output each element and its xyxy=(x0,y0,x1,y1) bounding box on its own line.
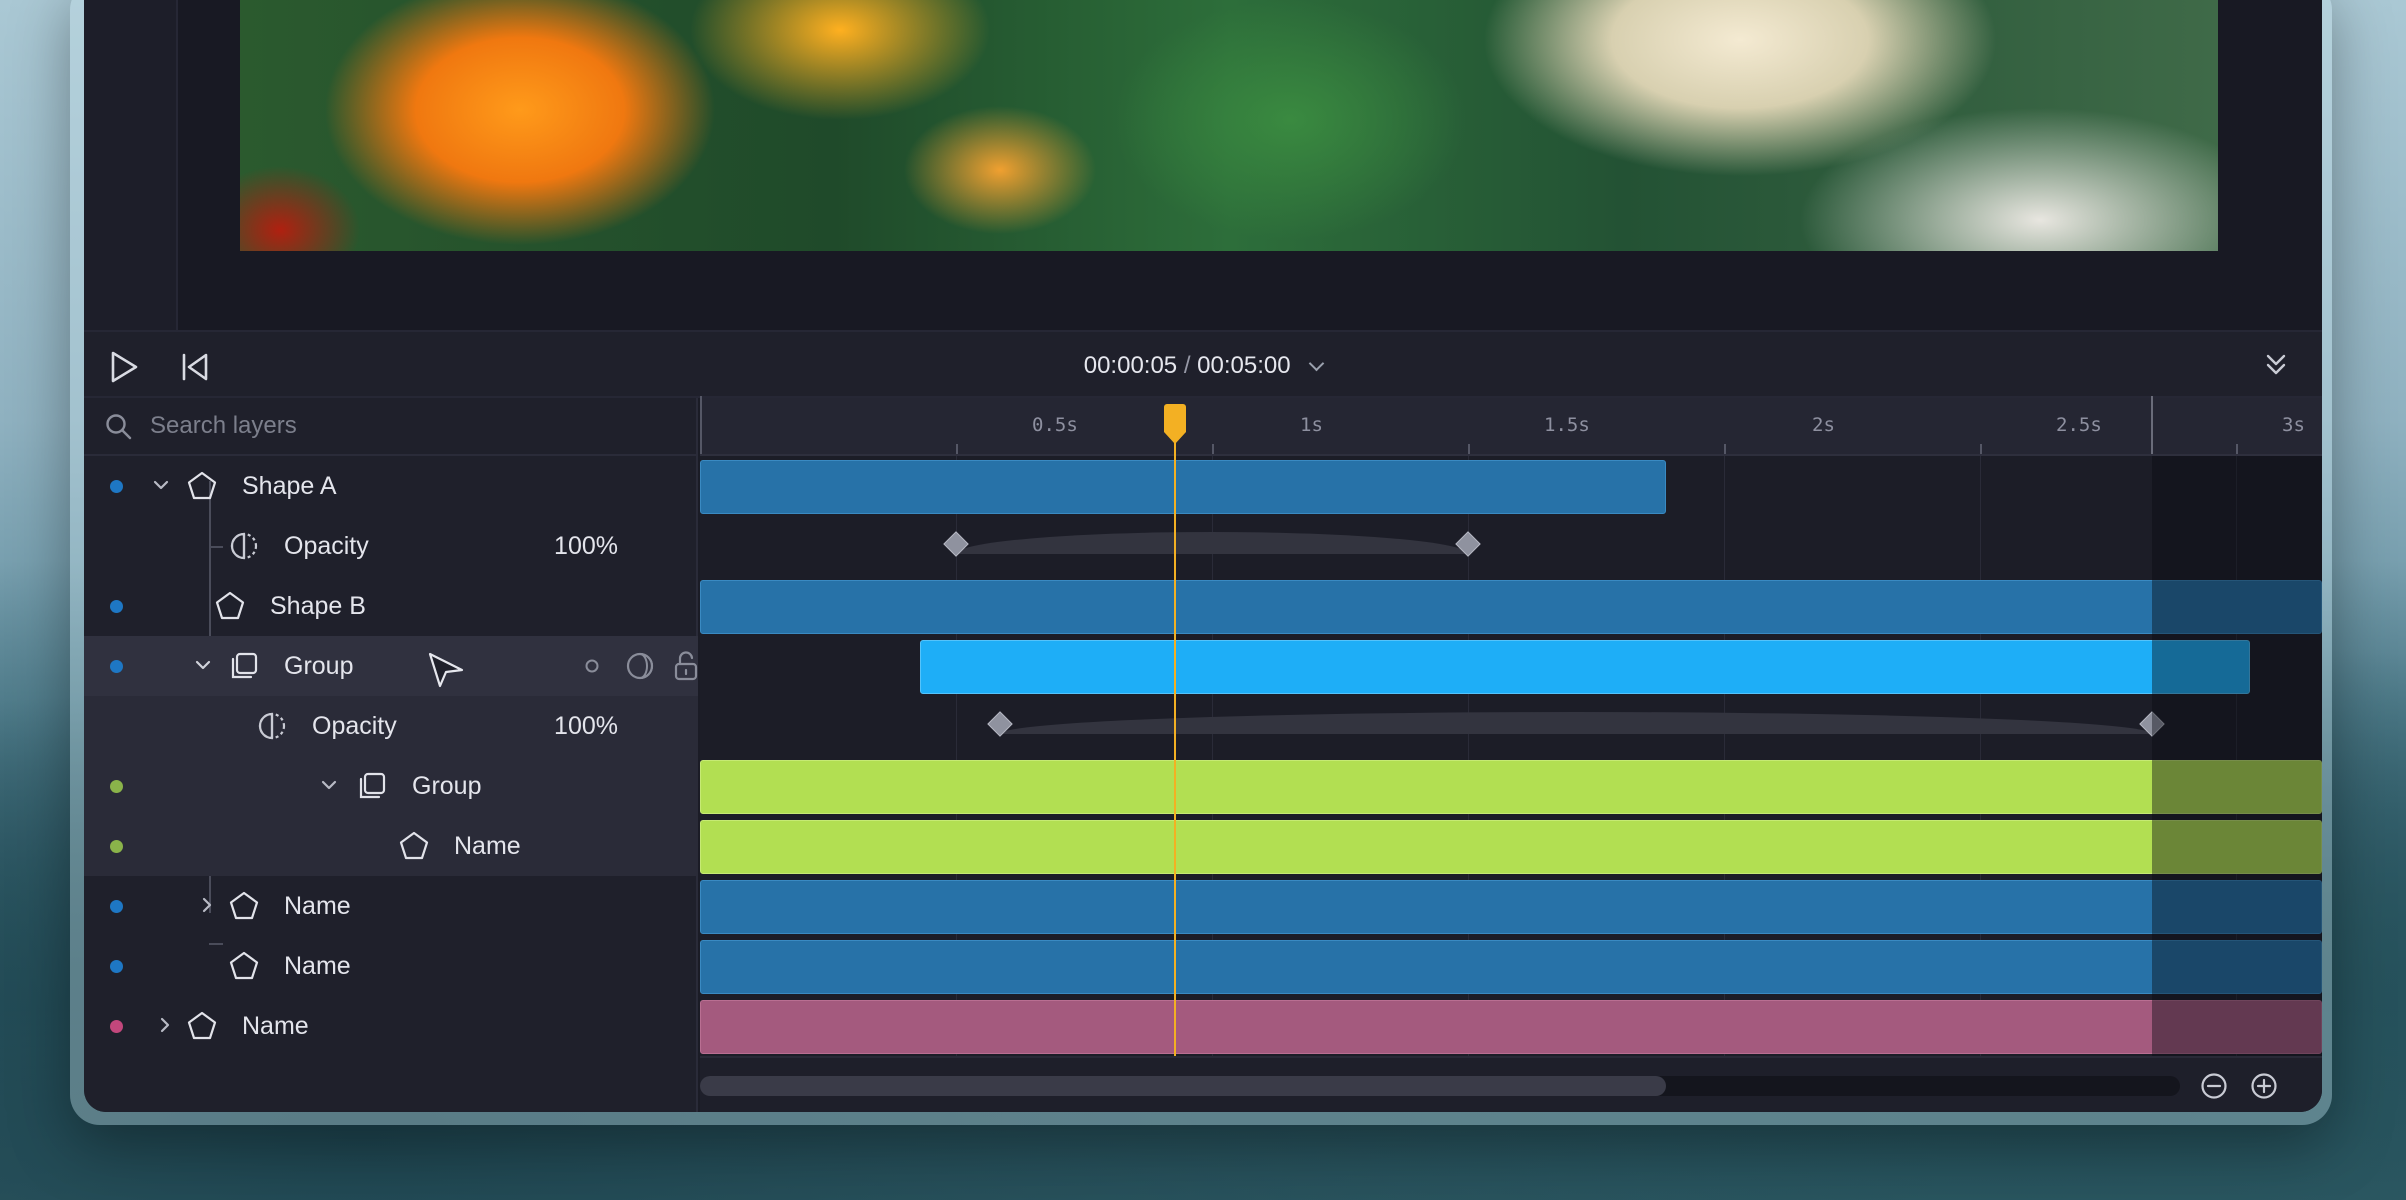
layer-label: Shape B xyxy=(270,592,366,620)
layer-label: Name xyxy=(242,1012,309,1040)
layer-color-dot xyxy=(110,900,123,913)
layer-row-name[interactable]: Name xyxy=(84,996,698,1056)
group-icon xyxy=(359,772,386,799)
chevron-down-icon[interactable] xyxy=(194,658,212,672)
track-bar-shape-b[interactable] xyxy=(700,580,2322,634)
blend-icon[interactable] xyxy=(624,650,656,682)
pentagon-shape-icon xyxy=(187,1011,217,1040)
current-time: 00:00:05 xyxy=(1083,352,1178,379)
layer-row-shape-a[interactable]: Shape A xyxy=(84,456,698,516)
preview-canvas xyxy=(84,0,2322,330)
track-bar-name[interactable] xyxy=(700,880,2322,934)
track-bar-group[interactable] xyxy=(920,640,2250,694)
ruler-tick xyxy=(2236,444,2238,454)
track-bar-nested-group[interactable] xyxy=(700,760,2322,814)
layer-color-dot xyxy=(110,840,123,853)
out-of-range-shade xyxy=(2152,456,2322,1056)
track-bar-name[interactable] xyxy=(700,820,2322,874)
layer-color-dot xyxy=(110,480,123,493)
zoom-in-icon[interactable] xyxy=(2250,1072,2278,1100)
ruler-label: 2.5s xyxy=(2056,414,2102,436)
layer-row-shape-b[interactable]: Shape B xyxy=(84,576,698,636)
ruler-label: 3s xyxy=(2282,414,2305,436)
ruler-end-marker xyxy=(2151,396,2153,454)
layer-row-name[interactable]: Name xyxy=(84,876,698,936)
layer-search xyxy=(84,398,698,456)
search-input[interactable] xyxy=(150,408,670,444)
ruler-label: 2s xyxy=(1812,414,1835,436)
time-ruler[interactable]: 0.5s 1s 1.5s 2s 2.5s 3s xyxy=(700,396,2322,456)
track-bar-name[interactable] xyxy=(700,1000,2322,1054)
playback-bar: 00:00:05 / 00:05:00 xyxy=(84,330,2322,398)
layer-label: Group xyxy=(412,772,482,800)
layers-panel: Shape A Opacity 100% Shape B Group xyxy=(84,398,750,1112)
ruler-tick xyxy=(1980,444,1982,454)
total-time: 00:05:00 xyxy=(1197,352,1291,379)
track-bar-shape-a[interactable] xyxy=(700,460,1666,514)
ruler-tick xyxy=(1212,444,1214,454)
chevron-down-icon[interactable] xyxy=(152,478,170,492)
layer-row-name[interactable]: Name xyxy=(84,936,698,996)
opacity-value[interactable]: 100% xyxy=(554,532,618,561)
property-row-opacity[interactable]: Opacity 100% xyxy=(84,696,744,756)
layer-color-dot xyxy=(110,1020,123,1033)
pentagon-shape-icon xyxy=(229,951,259,980)
circle-icon[interactable] xyxy=(584,658,600,674)
collapse-panel-icon[interactable] xyxy=(2264,352,2288,378)
track-bar-name[interactable] xyxy=(700,940,2322,994)
ruler-tick xyxy=(700,396,702,454)
layer-label: Name xyxy=(284,892,351,920)
left-toolbar-strip xyxy=(84,0,178,330)
layer-label: Group xyxy=(284,652,354,680)
layer-label: Name xyxy=(284,952,351,980)
layer-color-dot xyxy=(110,600,123,613)
layer-color-dot xyxy=(110,660,123,673)
ruler-label: 1.5s xyxy=(1544,414,1590,436)
layer-row-name[interactable]: Name xyxy=(84,816,698,876)
layer-row-group[interactable]: Group xyxy=(84,636,750,696)
layer-color-dot xyxy=(110,960,123,973)
ruler-tick xyxy=(956,444,958,454)
search-icon xyxy=(106,414,132,440)
chevron-right-icon[interactable] xyxy=(200,896,214,914)
playhead-line[interactable] xyxy=(1174,406,1176,1066)
opacity-icon xyxy=(230,532,258,560)
property-label: Opacity xyxy=(284,532,369,560)
preview-image xyxy=(240,0,2218,251)
ruler-tick xyxy=(1724,444,1726,454)
chevron-down-icon[interactable] xyxy=(1308,355,1325,372)
ruler-label: 0.5s xyxy=(1032,414,1078,436)
pentagon-shape-icon xyxy=(187,471,217,500)
ruler-label: 1s xyxy=(1300,414,1323,436)
unlock-icon[interactable] xyxy=(672,650,700,682)
property-row-opacity[interactable]: Opacity 100% xyxy=(84,516,744,576)
property-label: Opacity xyxy=(312,712,397,740)
timeline-panel: 0.5s 1s 1.5s 2s 2.5s 3s xyxy=(700,396,2322,1112)
time-display[interactable]: 00:00:05 / 00:05:00 xyxy=(84,352,2322,380)
editor-window: 00:00:05 / 00:05:00 Shap xyxy=(84,0,2322,1112)
ruler-tick xyxy=(1468,444,1470,454)
pentagon-shape-icon xyxy=(399,831,429,860)
opacity-curve xyxy=(956,532,1468,554)
opacity-value[interactable]: 100% xyxy=(554,712,618,741)
chevron-right-icon[interactable] xyxy=(158,1016,172,1034)
layer-color-dot xyxy=(110,780,123,793)
cursor-icon xyxy=(428,652,464,688)
opacity-icon xyxy=(258,712,286,740)
pentagon-shape-icon xyxy=(229,891,259,920)
layer-label: Name xyxy=(454,832,521,860)
chevron-down-icon[interactable] xyxy=(320,778,338,792)
pentagon-shape-icon xyxy=(215,591,245,620)
scroll-thumb[interactable] xyxy=(700,1076,1666,1096)
layer-label: Shape A xyxy=(242,472,337,500)
timeline-scrollbar xyxy=(700,1056,2322,1112)
layer-row-nested-group[interactable]: Group xyxy=(84,756,698,816)
zoom-out-icon[interactable] xyxy=(2200,1072,2228,1100)
group-icon xyxy=(231,652,258,679)
time-separator: / xyxy=(1183,352,1191,379)
